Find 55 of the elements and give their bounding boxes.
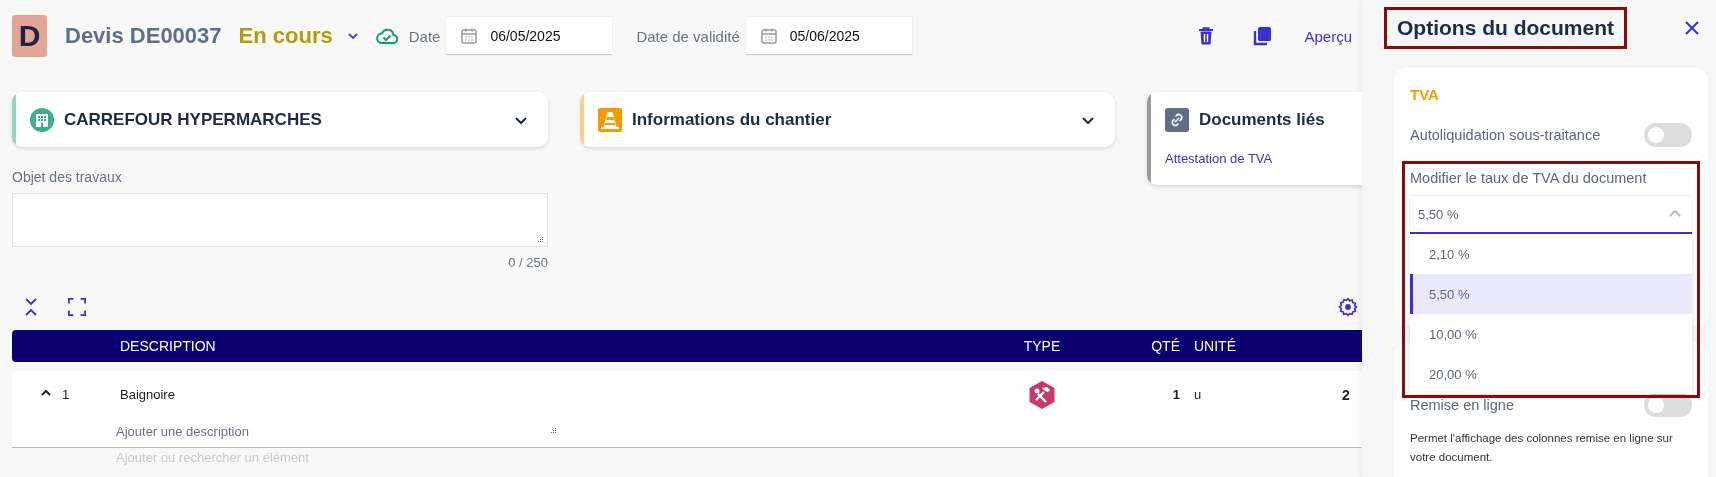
row-number: 1: [62, 387, 70, 402]
collapse-icon[interactable]: [24, 297, 38, 317]
settings-icon[interactable]: [1338, 297, 1358, 317]
document-link[interactable]: Attestation de TVA: [1165, 147, 1362, 185]
description-field[interactable]: Ajouter une description: [116, 415, 556, 447]
help-text: Permet l'affichage des colonnes remise en ligne sur votre document.: [1410, 431, 1674, 465]
copy-icon[interactable]: [1252, 26, 1273, 46]
cloud-check-icon: [374, 27, 399, 45]
character-counter: 0 / 250: [508, 255, 548, 270]
panel-title: Options du document: [1384, 7, 1627, 49]
document-title: Devis DE00037: [65, 23, 222, 49]
fullscreen-icon[interactable]: [68, 298, 86, 316]
column-header: TYPE: [1022, 338, 1062, 354]
column-header: QTÉ: [1150, 338, 1180, 354]
validity-date-label: Date de validité: [636, 27, 740, 45]
dropdown-option[interactable]: 5,50 %: [1410, 274, 1692, 314]
validity-date-field[interactable]: 05/06/2025: [745, 17, 912, 55]
table-cell-text: 1: [1171, 387, 1180, 402]
caret-icon[interactable]: [346, 30, 359, 42]
document-avatar: D: [12, 15, 47, 57]
option-label: Modifier le taux de TVA du document: [1410, 170, 1647, 186]
tools-icon: [1028, 380, 1056, 410]
date-label: Date: [408, 27, 441, 45]
preview-link[interactable]: Aperçu: [1304, 27, 1352, 45]
table-cell: u: [1194, 387, 1202, 402]
info-card[interactable]: Informations du chantier: [580, 92, 1115, 147]
field-label: Objet des travaux: [12, 169, 123, 185]
table-cell: 2: [1342, 387, 1350, 403]
section-heading: TVA: [1410, 86, 1440, 103]
date-field[interactable]: 06/05/2025: [446, 17, 613, 55]
dropdown-option[interactable]: 20,00 %: [1410, 354, 1692, 394]
close-icon[interactable]: [1684, 20, 1700, 36]
column-header: DESCRIPTION: [120, 338, 216, 354]
building-icon: [30, 107, 54, 132]
resize-grip-icon[interactable]: [537, 236, 543, 242]
info-card[interactable]: Documents liés Attestation de TVA: [1147, 92, 1362, 185]
vat-rate-select[interactable]: 5,50 %: [1410, 196, 1692, 234]
toggle-switch[interactable]: [1644, 123, 1692, 147]
info-card[interactable]: CARREFOUR HYPERMARCHES: [12, 92, 548, 147]
link-icon: [1165, 107, 1189, 132]
column-header: UNITÉ: [1194, 338, 1236, 354]
dropdown-option[interactable]: 10,00 %: [1410, 314, 1692, 354]
option-label: Remise en ligne: [1410, 397, 1514, 413]
calendar-icon: [759, 26, 778, 45]
card-title: Documents liés: [1199, 109, 1325, 130]
traffic-cone-icon: [598, 107, 622, 132]
resize-grip-icon[interactable]: [550, 427, 556, 433]
work-object-field[interactable]: [12, 193, 548, 247]
card-title: CARREFOUR HYPERMARCHES: [64, 109, 322, 130]
card-title: Informations du chantier: [632, 109, 832, 130]
option-label: Autoliquidation sous-traitance: [1410, 127, 1601, 143]
dropdown-option[interactable]: 2,10 %: [1410, 234, 1692, 274]
calendar-icon: [460, 26, 479, 45]
trash-icon[interactable]: [1198, 27, 1215, 45]
table-cell: Baignoire: [120, 387, 175, 402]
